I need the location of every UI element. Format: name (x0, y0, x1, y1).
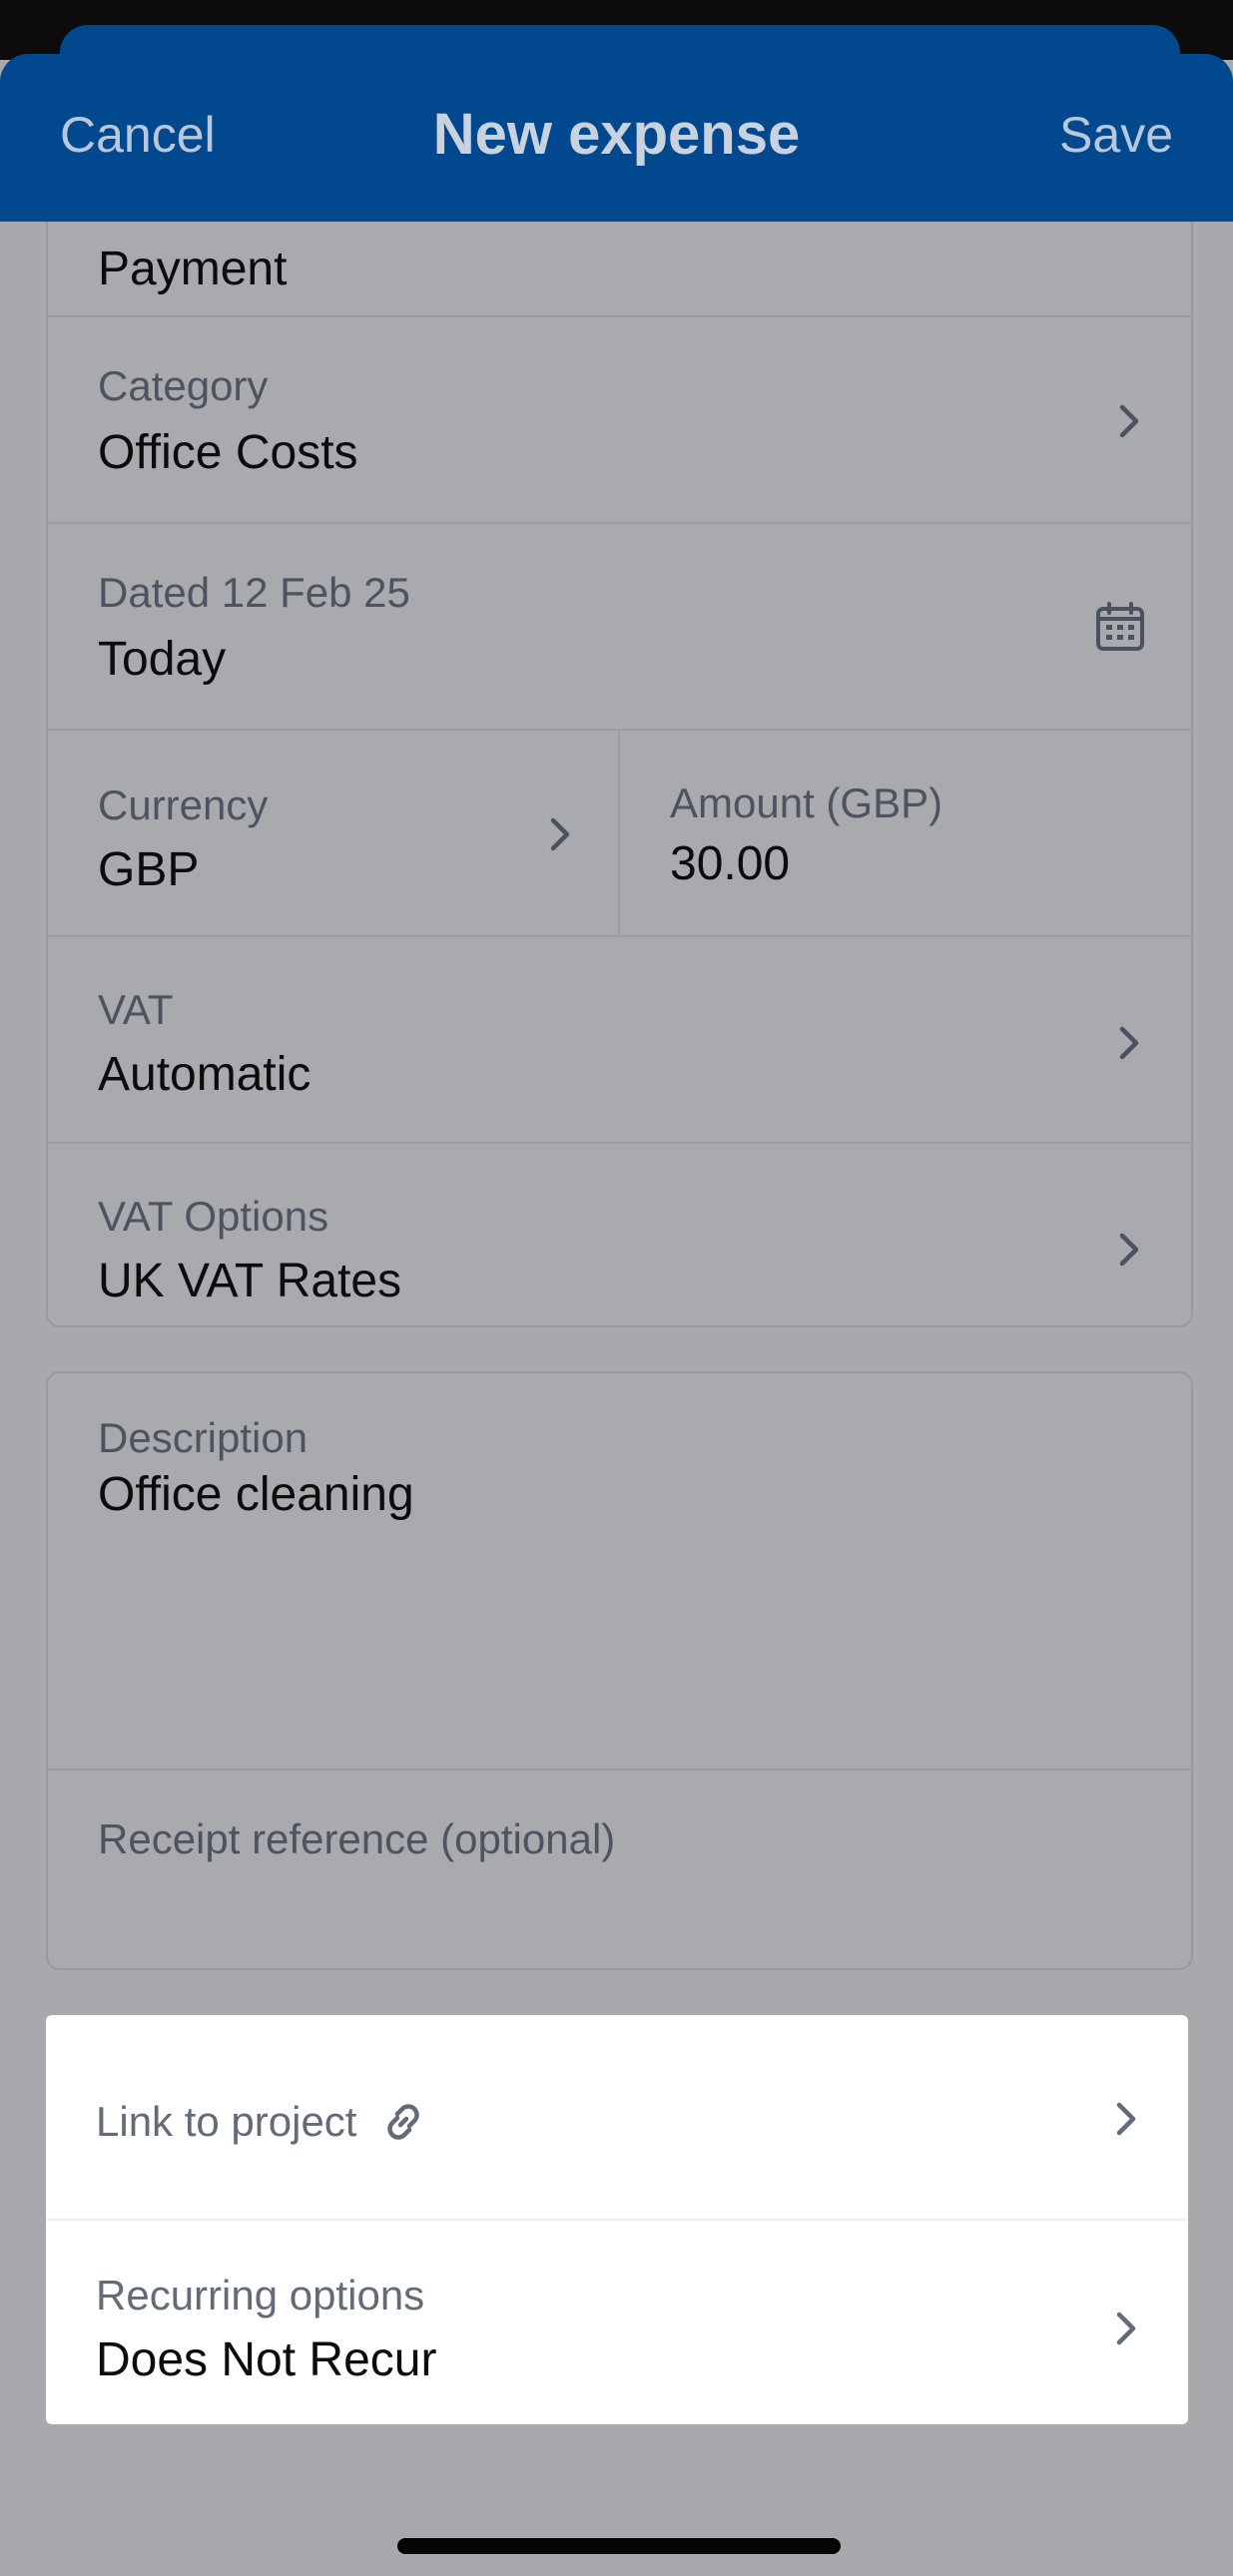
description-label: Description (98, 1414, 308, 1461)
link-to-project-label: Link to project (96, 2098, 357, 2145)
recurring-options-value: Does Not Recur (96, 2333, 437, 2386)
description-card: Description Office cleaning Receipt refe… (46, 1371, 1193, 1970)
currency-cell[interactable]: Currency GBP (48, 731, 620, 935)
link-icon (378, 2097, 428, 2147)
vat-options-label: VAT Options (98, 1193, 329, 1240)
amount-input[interactable]: 30.00 (670, 840, 790, 888)
category-value: Office Costs (98, 426, 358, 479)
calendar-icon[interactable] (1095, 602, 1145, 652)
vat-row[interactable]: VAT Automatic (48, 937, 1191, 1144)
vat-options-value: UK VAT Rates (98, 1255, 402, 1307)
options-card: Link to project Recurring options Does N… (46, 2015, 1188, 2424)
amount-cell[interactable]: Amount (GBP) 30.00 (620, 731, 1191, 935)
save-button[interactable]: Save (1059, 110, 1173, 160)
date-value: Today (98, 633, 227, 686)
description-input[interactable]: Office cleaning (98, 1471, 414, 1519)
navigation-bar: Cancel New expense Save (0, 54, 1233, 222)
chevron-right-icon (1114, 2101, 1138, 2137)
expense-details-card: Payment Category Office Costs Dated 12 F… (46, 222, 1193, 1327)
category-label: Category (98, 362, 269, 409)
receipt-reference-field[interactable]: Receipt reference (optional) (48, 1771, 1191, 1968)
category-row[interactable]: Category Office Costs (48, 317, 1191, 524)
chevron-right-icon (1114, 2311, 1138, 2346)
link-to-project-row[interactable]: Link to project (46, 2015, 1188, 2221)
vat-value: Automatic (98, 1048, 311, 1101)
amount-label: Amount (GBP) (670, 779, 943, 826)
vat-label: VAT (98, 986, 174, 1033)
chevron-right-icon (548, 816, 572, 852)
payment-value: Payment (98, 243, 288, 295)
chevron-right-icon (1117, 403, 1141, 439)
recurring-options-row[interactable]: Recurring options Does Not Recur (46, 2221, 1188, 2424)
chevron-right-icon (1117, 1232, 1141, 1268)
currency-value: GBP (98, 843, 200, 896)
date-row[interactable]: Dated 12 Feb 25 Today (48, 524, 1191, 731)
date-label: Dated 12 Feb 25 (98, 569, 410, 616)
page-title: New expense (432, 102, 801, 167)
link-to-project-label-wrap: Link to project (96, 2097, 428, 2147)
home-indicator[interactable] (397, 2538, 841, 2554)
currency-label: Currency (98, 781, 269, 828)
vat-options-row[interactable]: VAT Options UK VAT Rates (48, 1144, 1191, 1325)
currency-amount-row: Currency GBP Amount (GBP) 30.00 (48, 731, 1191, 937)
form-scroll-area[interactable]: Payment Category Office Costs Dated 12 F… (0, 222, 1233, 2576)
chevron-right-icon (1117, 1025, 1141, 1061)
description-field[interactable]: Description Office cleaning (48, 1373, 1191, 1771)
receipt-reference-input[interactable]: Receipt reference (optional) (98, 1818, 615, 1860)
recurring-options-label: Recurring options (96, 2272, 425, 2318)
payment-row[interactable]: Payment (48, 222, 1191, 317)
